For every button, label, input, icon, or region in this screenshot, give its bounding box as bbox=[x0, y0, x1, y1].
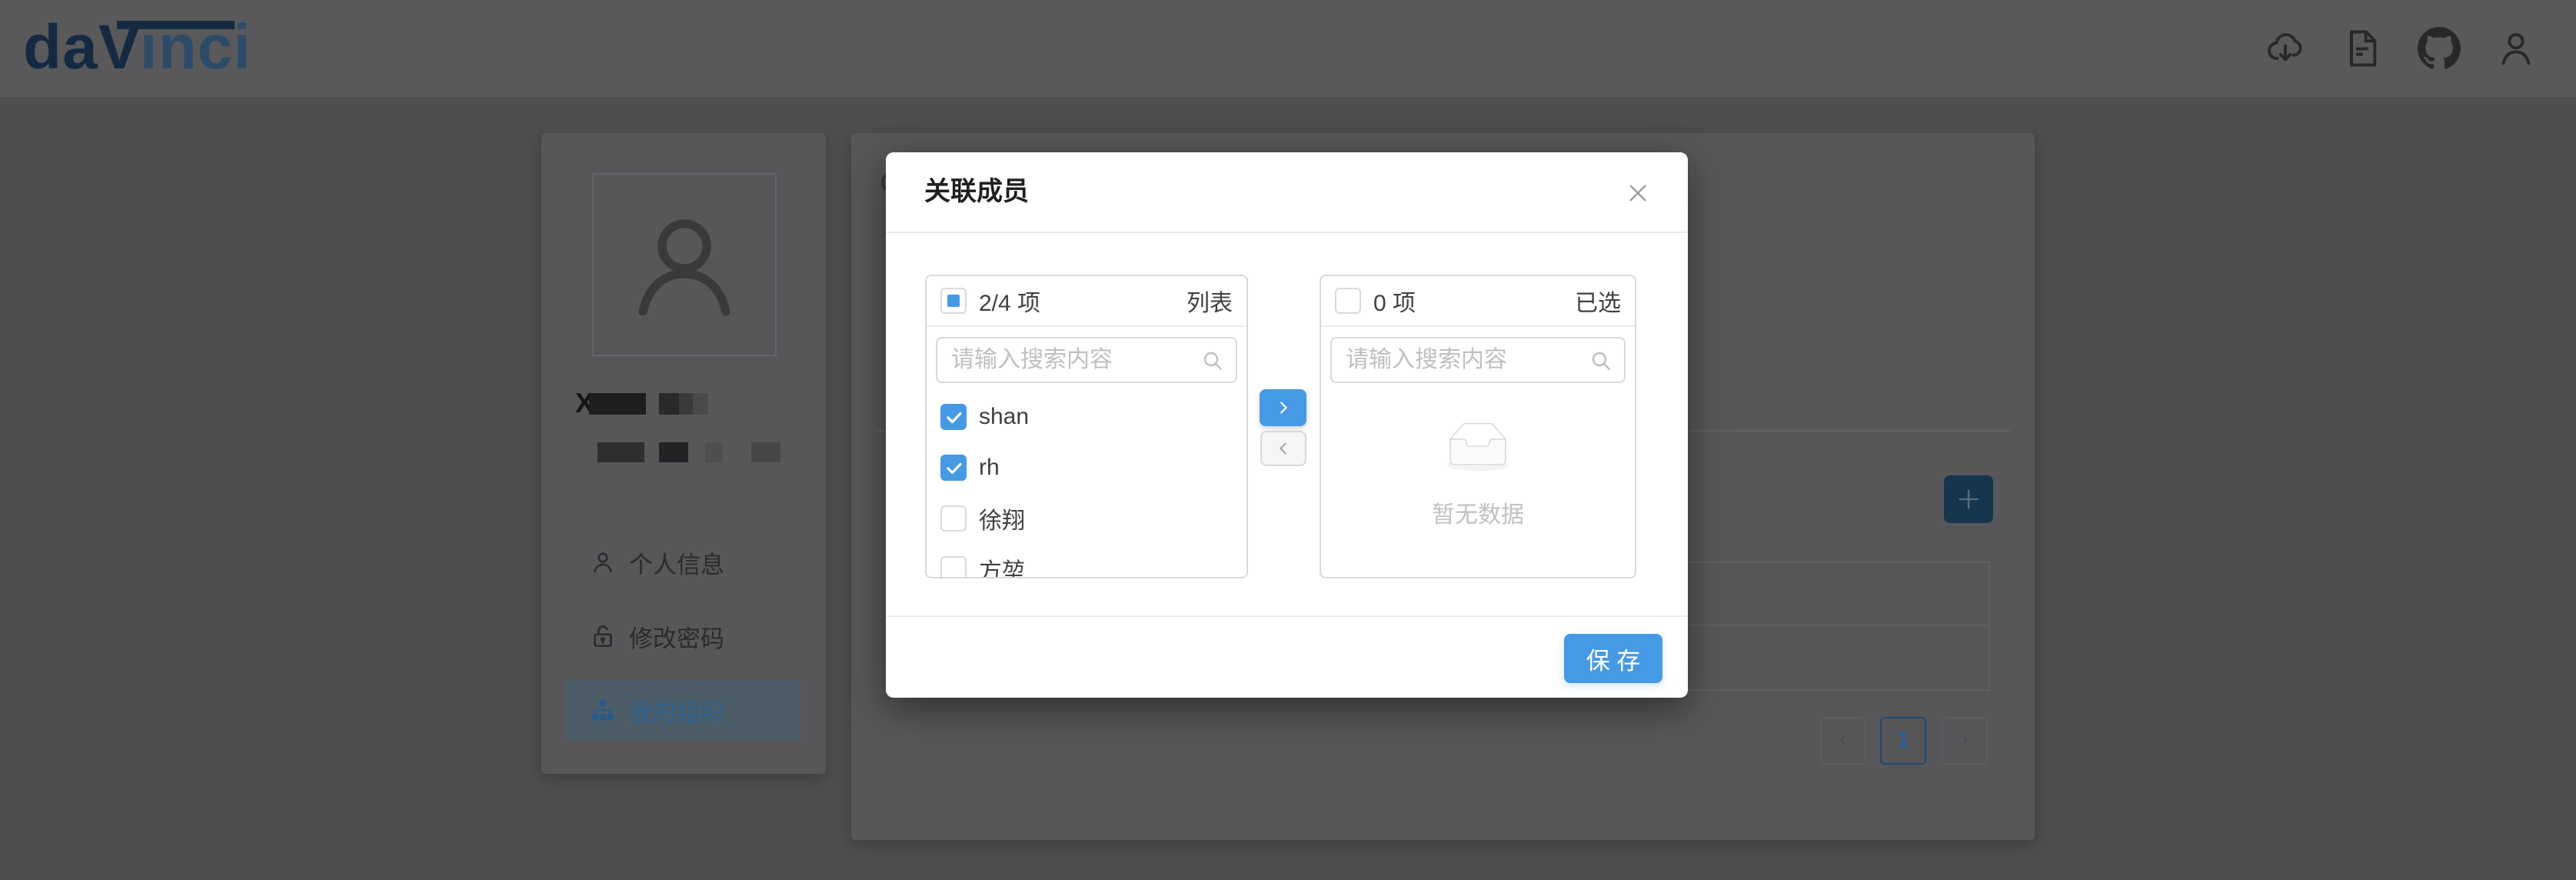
source-item-list: shan rh 徐翔 方堃 bbox=[927, 392, 1246, 578]
search-icon bbox=[1200, 348, 1225, 373]
item-label: 徐翔 bbox=[979, 502, 1025, 535]
lock-icon bbox=[589, 622, 617, 650]
user-icon bbox=[589, 548, 617, 576]
modal-title: 关联成员 bbox=[924, 152, 1029, 232]
logo-text-da: da bbox=[23, 12, 98, 82]
move-right-button[interactable] bbox=[1260, 389, 1306, 426]
item-label: rh bbox=[979, 455, 1000, 481]
target-search bbox=[1330, 337, 1626, 383]
redacted-text bbox=[751, 442, 780, 462]
profile-card: X 个人信息 修改密码 我的组织 bbox=[541, 133, 826, 774]
empty-state: 暂无数据 bbox=[1321, 422, 1635, 529]
chevron-right-icon bbox=[1955, 732, 1974, 750]
search-icon bbox=[1589, 348, 1613, 373]
pagination-prev-button[interactable] bbox=[1820, 717, 1866, 765]
redacted-text bbox=[589, 393, 646, 415]
associate-members-modal: 关联成员 2/4 项 列表 bbox=[886, 152, 1688, 698]
redacted-text bbox=[659, 442, 688, 462]
checkbox-unchecked[interactable] bbox=[940, 556, 967, 578]
list-item[interactable]: 徐翔 bbox=[927, 493, 1246, 544]
transfer-source-panel: 2/4 项 列表 shan rh 徐 bbox=[925, 275, 1248, 578]
redacted-text bbox=[597, 442, 644, 462]
source-selected-count: 2/4 项 bbox=[979, 284, 1040, 318]
navbar: daVinci bbox=[0, 0, 2576, 97]
list-item[interactable]: rh bbox=[927, 442, 1246, 493]
plus-icon bbox=[1955, 486, 1982, 512]
logo-overline bbox=[117, 21, 235, 29]
sidebar-item-my-organization[interactable]: 我的组织 bbox=[565, 680, 801, 740]
document-icon[interactable] bbox=[2340, 26, 2385, 71]
modal-footer-divider bbox=[886, 615, 1688, 617]
github-icon[interactable] bbox=[2417, 26, 2461, 71]
chevron-left-icon bbox=[1275, 438, 1292, 458]
chevron-right-icon bbox=[1275, 398, 1292, 418]
checkbox-unchecked[interactable] bbox=[940, 505, 967, 532]
screen: daVinci bbox=[0, 0, 2576, 880]
item-label: 方堃 bbox=[979, 552, 1025, 578]
modal-header: 关联成员 bbox=[886, 152, 1688, 233]
check-icon bbox=[945, 461, 964, 476]
modal-close-button[interactable] bbox=[1616, 171, 1660, 215]
sidebar-item-label: 个人信息 bbox=[629, 545, 724, 580]
move-left-button[interactable] bbox=[1260, 431, 1306, 466]
pagination-next-button[interactable] bbox=[1942, 717, 1988, 765]
select-all-checkbox-unchecked[interactable] bbox=[1335, 288, 1361, 314]
avatar bbox=[592, 173, 777, 356]
list-item[interactable]: 方堃 bbox=[927, 544, 1246, 578]
redacted-text bbox=[659, 393, 679, 415]
redacted-text bbox=[705, 442, 722, 462]
pagination-page-1[interactable]: 1 bbox=[1880, 717, 1926, 765]
sidebar-item-label: 我的组织 bbox=[629, 693, 724, 728]
cloud-download-icon[interactable] bbox=[2263, 26, 2308, 71]
transfer-target-panel: 0 项 已选 暂无数据 bbox=[1320, 275, 1636, 578]
save-button[interactable]: 保 存 bbox=[1564, 634, 1662, 683]
sidebar-item-personal-info[interactable]: 个人信息 bbox=[541, 532, 826, 592]
list-item[interactable]: shan bbox=[927, 392, 1246, 442]
target-search-input[interactable] bbox=[1332, 338, 1624, 382]
target-panel-title: 已选 bbox=[1575, 284, 1621, 318]
sidebar-item-label: 修改密码 bbox=[629, 619, 724, 654]
item-label: shan bbox=[979, 404, 1029, 430]
select-all-checkbox-indeterminate[interactable] bbox=[940, 288, 967, 314]
empty-text: 暂无数据 bbox=[1321, 495, 1635, 529]
close-icon bbox=[1626, 181, 1650, 205]
source-search-input[interactable] bbox=[937, 338, 1236, 382]
target-selected-count: 0 项 bbox=[1373, 284, 1416, 318]
source-panel-header: 2/4 项 列表 bbox=[927, 276, 1246, 327]
target-panel-header: 0 项 已选 bbox=[1321, 276, 1635, 327]
page-number: 1 bbox=[1897, 728, 1910, 754]
user-icon[interactable] bbox=[2494, 26, 2538, 71]
checkbox-checked[interactable] bbox=[940, 455, 967, 481]
sidebar-item-change-password[interactable]: 修改密码 bbox=[541, 606, 826, 666]
chevron-left-icon bbox=[1834, 732, 1852, 750]
save-button-label: 保 存 bbox=[1586, 642, 1641, 676]
source-panel-title: 列表 bbox=[1186, 284, 1233, 318]
redacted-text bbox=[693, 393, 708, 415]
empty-box-icon bbox=[1439, 422, 1516, 473]
org-chart-icon bbox=[589, 696, 617, 724]
checkbox-checked[interactable] bbox=[940, 404, 967, 430]
check-icon bbox=[945, 410, 964, 425]
add-member-button[interactable] bbox=[1944, 475, 1993, 523]
source-search bbox=[936, 337, 1237, 383]
redacted-text bbox=[679, 393, 693, 415]
